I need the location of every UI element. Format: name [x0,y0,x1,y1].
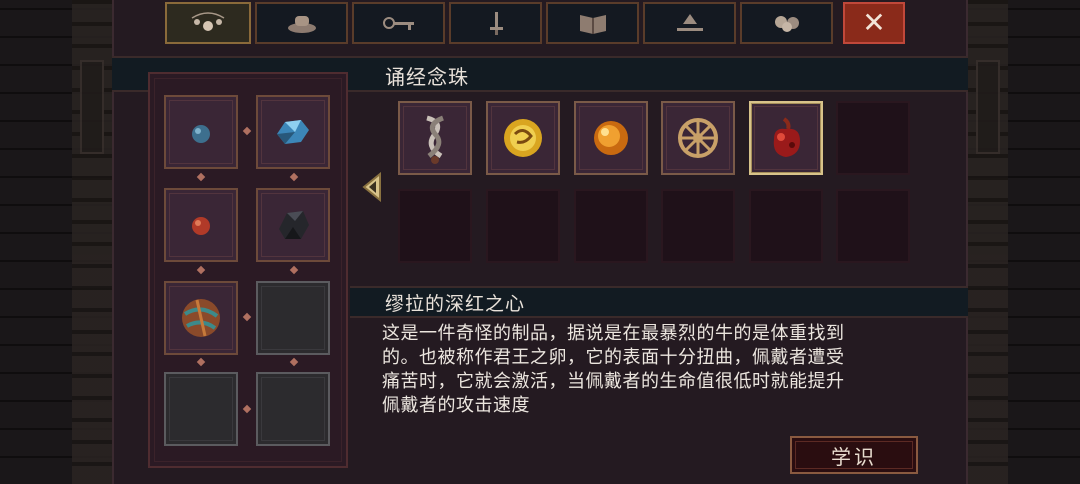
blue-crystal-icon [277,120,309,144]
equipped-slot-2[interactable] [256,95,330,169]
red-bead-icon [192,217,210,235]
bead-slot-2[interactable] [486,101,560,175]
close-icon: ✕ [862,6,886,39]
sword-icon [489,12,503,35]
dark-stone-icon [279,211,309,239]
tab-quest-items[interactable] [352,2,445,44]
tab-collectibles[interactable] [740,2,833,44]
tab-prayers[interactable] [546,2,639,44]
category-tabs: ✕ [165,2,905,46]
equipped-slot-3[interactable] [164,188,238,262]
item-description: 这是一件奇怪的制品，据说是在最暴烈的牛的是体重找到 的。也被称作君王之卵，它的表… [382,322,930,418]
equipped-slot-8[interactable] [256,372,330,446]
bead-slot-9[interactable] [574,189,648,263]
tab-relics[interactable] [255,2,348,44]
lore-button-label: 学识 [831,444,877,469]
blue-bead-icon [192,125,210,143]
book-icon [579,15,606,34]
gold-coin-icon [504,119,542,157]
equipped-slot-6[interactable] [256,281,330,355]
equipped-slot-5[interactable] [164,281,238,355]
key-icon [382,17,414,30]
wheel-bead-icon [678,118,718,158]
left-pillar [72,0,112,484]
beads-icon [191,12,225,31]
item-name: 缪拉的深红之心 [385,293,526,315]
bead-slot-4[interactable] [661,101,735,175]
tab-rosary-beads[interactable] [165,2,251,44]
description-line: 这是一件奇怪的制品，据说是在最暴烈的牛的是体重找到 [382,323,845,344]
amber-orb-icon [594,121,628,155]
bead-slot-7[interactable] [398,189,472,263]
crimson-heart-icon [773,117,800,157]
close-button[interactable]: ✕ [843,2,905,44]
patterned-orb-icon [182,299,220,337]
skulls-icon [774,16,799,32]
lore-button[interactable]: 学识 [790,436,918,474]
bead-slot-11[interactable] [749,189,823,263]
section-title: 诵经念珠 [385,65,469,89]
equipped-slot-4[interactable] [256,188,330,262]
bead-slot-3[interactable] [574,101,648,175]
bead-slot-1[interactable] [398,101,472,175]
altar-icon [676,14,703,31]
description-line: 痛苦时，它就会激活，当佩戴者的生命值很低时就能提升 [382,371,845,392]
equipped-slot-1[interactable] [164,95,238,169]
bead-slot-12[interactable] [836,189,910,263]
bead-slot-10[interactable] [661,189,735,263]
right-pillar [968,0,1008,484]
description-line: 佩戴者的攻击速度 [382,395,530,416]
bead-slot-5-selected[interactable] [749,101,823,175]
tab-abilities[interactable] [643,2,736,44]
bead-slot-6[interactable] [836,101,910,175]
tab-mea-culpa-hearts[interactable] [449,2,542,44]
description-line: 的。也被称作君王之卵，它的表面十分扭曲，佩戴者遭受 [382,347,845,368]
knotted-bead-icon [426,115,444,164]
cloth-icon [287,16,316,33]
scroll-left-arrow-icon[interactable] [362,172,384,202]
equipped-slot-7[interactable] [164,372,238,446]
bead-slot-8[interactable] [486,189,560,263]
